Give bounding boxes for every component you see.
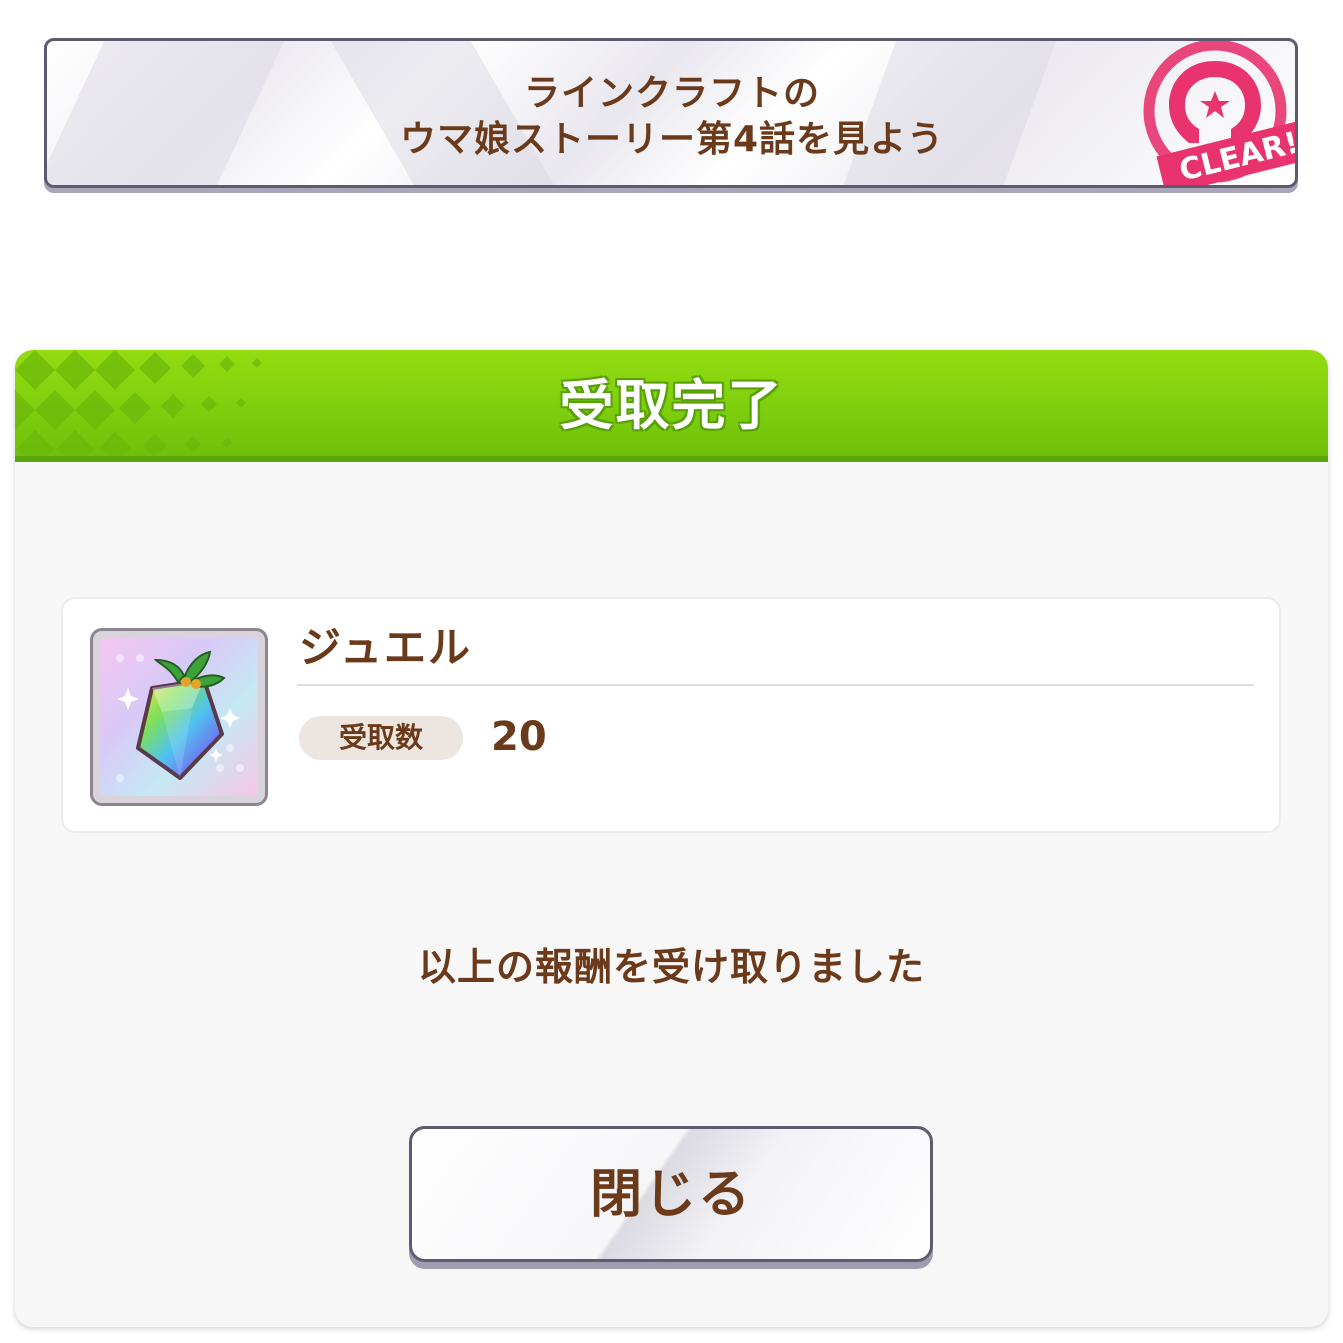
dialog-title: 受取完了 (559, 374, 784, 437)
reward-dialog: 受取完了 ジュエル 受取数 20 以上の報酬を受け取りました 閉じる (15, 350, 1328, 1327)
item-icon-background (100, 638, 258, 796)
close-button-label: 閉じる (589, 1165, 752, 1225)
item-name: ジュエル (299, 623, 473, 672)
quantity-label-badge: 受取数 (299, 716, 463, 760)
result-message: 以上の報酬を受け取りました (417, 945, 925, 989)
clear-stamp-icon: CLEAR! (1143, 41, 1295, 185)
mission-title: ラインクラフトの ウマ娘ストーリー第4話を見よう (47, 71, 1295, 163)
item-icon-frame (90, 628, 268, 806)
page: ラインクラフトの ウマ娘ストーリー第4話を見よう CLEAR! 受取完了 ジュエ… (0, 0, 1343, 1343)
close-button[interactable]: 閉じる (409, 1126, 933, 1262)
mission-banner: ラインクラフトの ウマ娘ストーリー第4話を見よう CLEAR! (44, 38, 1298, 188)
jewel-icon (116, 650, 244, 782)
reward-item-card: ジュエル 受取数 20 (61, 597, 1281, 833)
dialog-header: 受取完了 (15, 350, 1328, 462)
item-divider (297, 684, 1254, 686)
quantity-value: 20 (491, 714, 547, 760)
mission-title-line2: ウマ娘ストーリー第4話を見よう (399, 119, 945, 160)
mission-title-line1: ラインクラフトの (523, 73, 820, 114)
